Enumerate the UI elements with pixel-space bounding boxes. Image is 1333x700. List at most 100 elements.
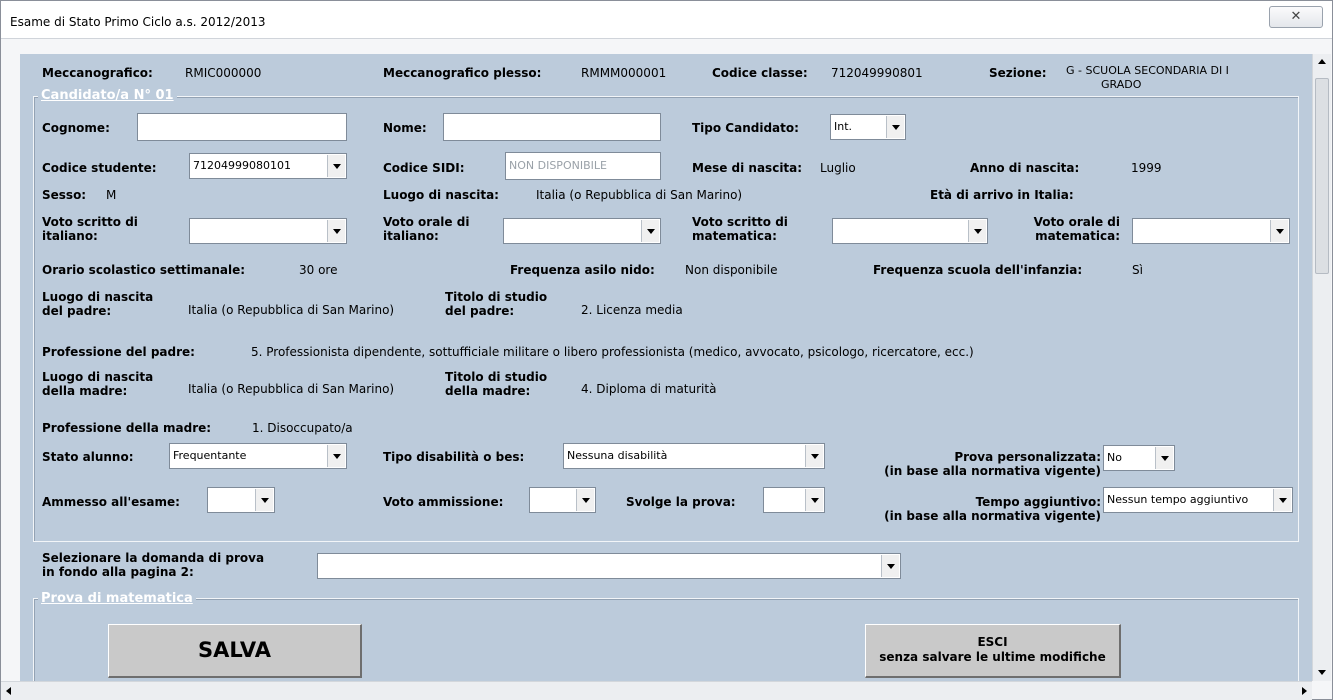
titolo-studio-padre-label: Titolo di studio del padre: <box>445 290 548 318</box>
titolo-studio-padre-value: 2. Licenza media <box>581 303 683 317</box>
mese-nascita-value: Luglio <box>820 161 856 175</box>
ammesso-esame-label: Ammesso all'esame: <box>42 495 180 509</box>
codice-sidi-label: Codice SIDI: <box>383 161 465 175</box>
sezione-value-line1: G - SCUOLA SECONDARIA DI I <box>1066 64 1229 77</box>
voto-scritto-matematica-label: Voto scritto di matematica: <box>692 215 788 243</box>
chevron-down-icon[interactable] <box>886 116 904 138</box>
meccanografico-label: Meccanografico: <box>42 66 153 80</box>
codice-sidi-field: NON DISPONIBILE <box>505 152 661 180</box>
close-icon: ✕ <box>1290 9 1302 24</box>
titolo-studio-madre-value: 4. Diploma di maturità <box>581 382 717 396</box>
codice-studente-label: Codice studente: <box>42 161 157 175</box>
chevron-down-icon[interactable] <box>805 489 823 511</box>
svolge-prova-select[interactable] <box>763 487 825 513</box>
luogo-nascita-madre-label: Luogo di nascita della madre: <box>42 370 154 398</box>
chevron-down-icon[interactable] <box>327 220 345 242</box>
tempo-aggiuntivo-select[interactable]: Nessun tempo aggiuntivo <box>1103 487 1293 513</box>
domanda-prova-label: Selezionare la domanda di prova in fondo … <box>42 551 265 579</box>
nome-field[interactable] <box>443 113 661 141</box>
app-window: Esame di Stato Primo Ciclo a.s. 2012/201… <box>0 0 1333 700</box>
luogo-nascita-padre-value: Italia (o Repubblica di San Marino) <box>188 303 395 317</box>
professione-padre-label: Professione del padre: <box>42 345 195 359</box>
stato-alunno-select[interactable]: Frequentante <box>169 443 347 469</box>
sezione-value-line2: GRADO <box>1101 78 1142 91</box>
meccanografico-value: RMIC000000 <box>185 66 262 80</box>
close-button[interactable]: ✕ <box>1269 6 1323 28</box>
chevron-down-icon[interactable] <box>255 489 273 511</box>
cognome-label: Cognome: <box>42 121 110 135</box>
exam-form: Meccanografico: RMIC000000 Meccanografic… <box>20 54 1312 681</box>
luogo-nascita-padre-label: Luogo di nascita del padre: <box>42 290 154 318</box>
scroll-down-icon[interactable] <box>1313 664 1331 681</box>
voto-ammissione-select[interactable] <box>529 487 596 513</box>
vertical-scrollbar[interactable] <box>1312 54 1331 681</box>
voto-scritto-matematica-select[interactable] <box>832 218 988 244</box>
chevron-down-icon[interactable] <box>805 445 823 467</box>
orario-value: 30 ore <box>299 263 338 277</box>
voto-orale-italiano-label: Voto orale di italiano: <box>383 215 470 243</box>
title-bar: Esame di Stato Primo Ciclo a.s. 2012/201… <box>1 1 1332 39</box>
domanda-prova-select[interactable] <box>317 553 901 579</box>
voto-orale-italiano-select[interactable] <box>503 218 661 244</box>
salva-button[interactable]: SALVA <box>108 624 362 678</box>
window-title: Esame di Stato Primo Ciclo a.s. 2012/201… <box>10 15 266 29</box>
prova-personalizzata-select[interactable]: No <box>1103 445 1175 471</box>
codice-classe-label: Codice classe: <box>712 66 808 80</box>
anno-nascita-label: Anno di nascita: <box>970 161 1080 175</box>
chevron-down-icon[interactable] <box>881 555 899 577</box>
orario-label: Orario scolastico settimanale: <box>42 263 246 277</box>
horizontal-scrollbar[interactable] <box>1 681 1312 700</box>
voto-ammissione-label: Voto ammissione: <box>383 495 504 509</box>
scroll-thumb[interactable] <box>1315 78 1329 274</box>
prova-matematica-legend: Prova di matematica <box>38 591 196 606</box>
professione-madre-label: Professione della madre: <box>42 421 212 435</box>
luogo-nascita-value: Italia (o Repubblica di San Marino) <box>536 188 743 202</box>
voto-orale-matematica-select[interactable] <box>1132 218 1290 244</box>
codice-classe-value: 712049990801 <box>831 66 923 80</box>
anno-nascita-value: 1999 <box>1131 161 1162 175</box>
chevron-down-icon[interactable] <box>968 220 986 242</box>
scuola-infanzia-label: Frequenza scuola dell'infanzia: <box>873 263 1083 277</box>
eta-arrivo-label: Età di arrivo in Italia: <box>930 188 1074 202</box>
sesso-label: Sesso: <box>42 188 87 202</box>
professione-madre-value: 1. Disoccupato/a <box>252 421 353 435</box>
asilo-nido-label: Frequenza asilo nido: <box>510 263 655 277</box>
mese-nascita-label: Mese di nascita: <box>692 161 803 175</box>
professione-padre-value: 5. Professionista dipendente, sottuffici… <box>251 345 974 359</box>
chevron-down-icon[interactable] <box>1270 220 1288 242</box>
chevron-down-icon[interactable] <box>1155 447 1173 469</box>
voto-orale-matematica-label: Voto orale di matematica: <box>1033 215 1120 243</box>
voto-scritto-italiano-label: Voto scritto di italiano: <box>42 215 138 243</box>
codice-studente-select[interactable]: 71204999080101 <box>189 153 347 179</box>
scroll-right-icon[interactable] <box>1295 682 1312 700</box>
plesso-value: RMMM000001 <box>581 66 667 80</box>
stato-alunno-label: Stato alunno: <box>42 450 134 464</box>
voto-scritto-italiano-select[interactable] <box>189 218 347 244</box>
chevron-down-icon[interactable] <box>327 445 345 467</box>
chevron-down-icon[interactable] <box>641 220 659 242</box>
scroll-up-icon[interactable] <box>1313 54 1331 71</box>
chevron-down-icon[interactable] <box>1273 489 1291 511</box>
svolge-prova-label: Svolge la prova: <box>626 495 736 509</box>
tipo-disabilita-label: Tipo disabilità o bes: <box>383 450 525 464</box>
tipo-disabilita-select[interactable]: Nessuna disabilità <box>563 443 825 469</box>
chevron-down-icon[interactable] <box>327 155 345 177</box>
sesso-value: M <box>106 188 117 202</box>
scroll-left-icon[interactable] <box>1 682 18 700</box>
titolo-studio-madre-label: Titolo di studio della madre: <box>445 370 548 398</box>
prova-personalizzata-label: Prova personalizzata: (in base alla norma… <box>884 450 1101 478</box>
cognome-field[interactable] <box>137 113 347 141</box>
esci-button[interactable]: ESCI senza salvare le ultime modifiche <box>865 624 1121 678</box>
asilo-nido-value: Non disponibile <box>685 263 778 277</box>
tipo-candidato-select[interactable]: Int. <box>830 114 906 140</box>
chevron-down-icon[interactable] <box>576 489 594 511</box>
tempo-aggiuntivo-label: Tempo aggiuntivo: (in base alla normativa… <box>884 495 1101 523</box>
scuola-infanzia-value: Sì <box>1132 263 1143 277</box>
luogo-nascita-madre-value: Italia (o Repubblica di San Marino) <box>188 382 395 396</box>
sezione-label: Sezione: <box>989 66 1047 80</box>
candidato-legend: Candidato/a N° 01 <box>38 88 177 103</box>
plesso-label: Meccanografico plesso: <box>383 66 542 80</box>
luogo-nascita-label: Luogo di nascita: <box>383 188 499 202</box>
ammesso-esame-select[interactable] <box>207 487 275 513</box>
nome-label: Nome: <box>383 121 427 135</box>
